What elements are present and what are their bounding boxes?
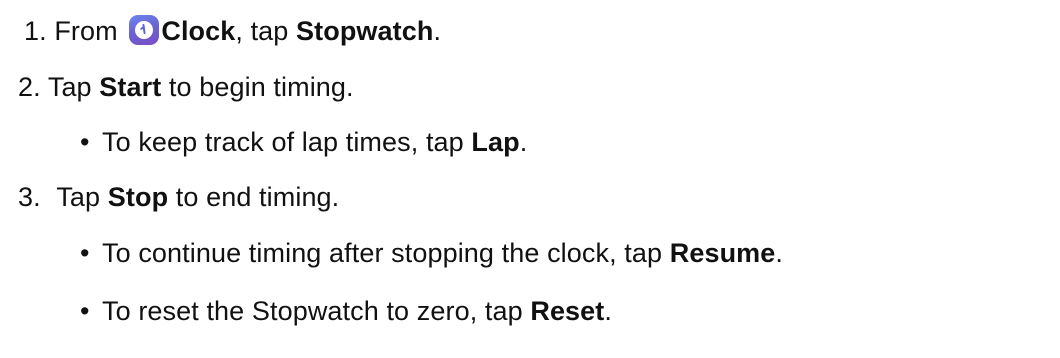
step-3-bullet-1: • To continue timing after stopping the c… xyxy=(80,236,783,270)
step-text: From xyxy=(54,16,118,46)
bullet-text: To keep track of lap times, tap xyxy=(102,127,464,157)
step-number: 1. xyxy=(24,16,47,46)
step-text: . xyxy=(433,16,442,46)
step-number: 2. xyxy=(18,72,41,102)
step-3-bullet-2: • To reset the Stopwatch to zero, tap Res… xyxy=(80,294,612,328)
bullet-text: . xyxy=(519,127,528,157)
step-text: Tap xyxy=(47,72,92,102)
step-text: to begin timing. xyxy=(168,72,354,102)
app-name-clock: Clock xyxy=(161,16,236,46)
button-name-start: Start xyxy=(99,72,162,102)
bullet-icon: • xyxy=(80,296,90,326)
clock-app-icon xyxy=(129,15,160,45)
button-name-reset: Reset xyxy=(530,296,605,326)
button-name-resume: Resume xyxy=(669,238,776,268)
step-3: 3. Tap Stop to end timing. xyxy=(18,180,339,214)
bullet-text: . xyxy=(775,238,783,268)
step-text: Tap xyxy=(56,182,101,212)
bullet-text: To continue timing after stopping the cl… xyxy=(102,238,663,268)
step-1: 1. From Clock, tap Stopwatch. xyxy=(24,14,441,48)
step-2-bullet-1: • To keep track of lap times, tap Lap. xyxy=(80,125,527,159)
step-text: , tap xyxy=(235,16,289,46)
bullet-text: . xyxy=(604,296,612,326)
bullet-icon: • xyxy=(80,238,90,268)
step-text: to end timing. xyxy=(175,182,340,212)
bullet-text: To reset the Stopwatch to zero, tap xyxy=(102,296,523,326)
step-2: 2. Tap Start to begin timing. xyxy=(18,70,354,104)
button-name-lap: Lap xyxy=(471,127,520,157)
bullet-icon: • xyxy=(80,127,90,157)
step-number: 3. xyxy=(18,182,41,212)
button-name-stop: Stop xyxy=(107,182,169,212)
menu-name-stopwatch: Stopwatch xyxy=(296,16,434,46)
